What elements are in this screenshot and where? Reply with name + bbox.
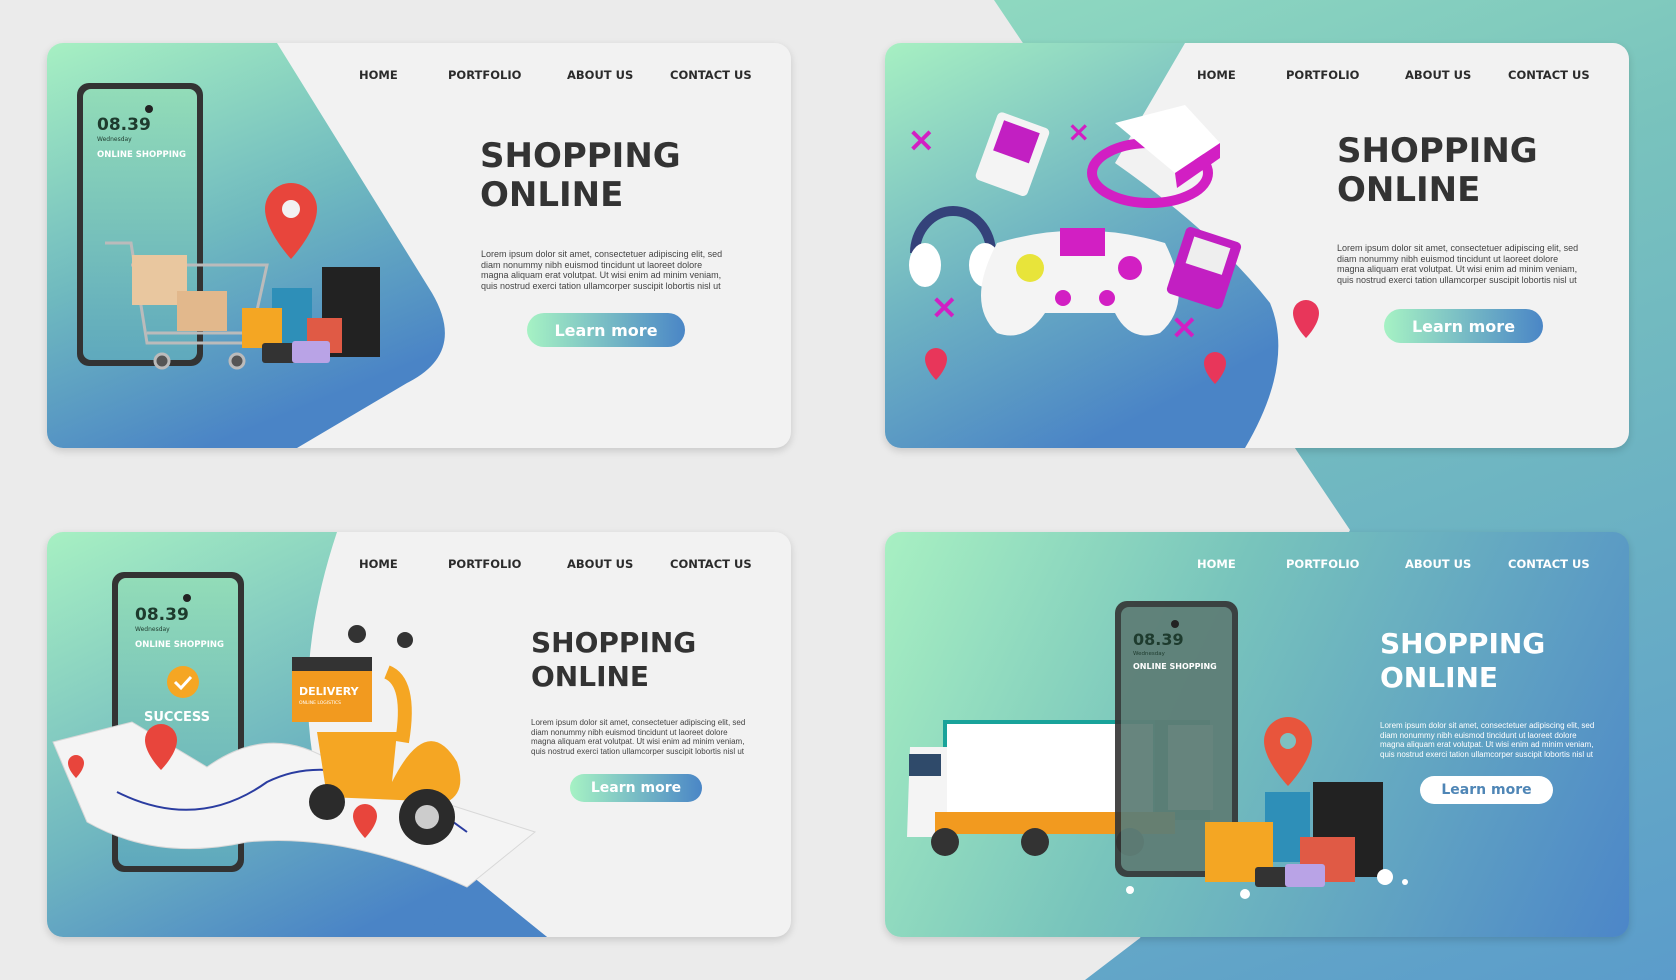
landing-card-cart: 08.39 Wednesday ONLINE SHOPPING HOME POR… [47, 43, 791, 448]
hero-description: Lorem ipsum dolor sit amet, consectetuer… [1380, 721, 1595, 759]
nav-about-us[interactable]: ABOUT US [567, 557, 633, 571]
top-nav: HOME PORTFOLIO ABOUT US CONTACT US [885, 557, 1629, 573]
nav-portfolio[interactable]: PORTFOLIO [448, 68, 521, 82]
nav-contact-us[interactable]: CONTACT US [670, 557, 752, 571]
box-icon [177, 291, 227, 331]
nav-about-us[interactable]: ABOUT US [567, 68, 633, 82]
nav-about-us[interactable]: ABOUT US [1405, 68, 1471, 82]
phone-success: SUCCESS [144, 710, 210, 725]
svg-text:×: × [1067, 115, 1090, 148]
hero-title: SHOPPING ONLINE [1337, 131, 1538, 211]
cart-illustration: 08.39 Wednesday ONLINE SHOPPING [47, 43, 445, 448]
location-pin-icon [1264, 717, 1312, 786]
svg-text:×: × [1170, 307, 1199, 347]
hero-title: SHOPPING ONLINE [1380, 627, 1546, 694]
learn-more-button[interactable]: Learn more [527, 313, 685, 347]
hero-title: SHOPPING ONLINE [531, 626, 697, 693]
credit-card-icon [262, 343, 297, 363]
nav-home[interactable]: HOME [359, 557, 398, 571]
nav-home[interactable]: HOME [359, 68, 398, 82]
check-icon [167, 666, 199, 698]
nav-portfolio[interactable]: PORTFOLIO [1286, 68, 1359, 82]
phone-label: ONLINE SHOPPING [1133, 662, 1217, 671]
phone-time: 08.39 [135, 605, 189, 625]
phone-day: Wednesday [135, 626, 170, 633]
nav-about-us[interactable]: ABOUT US [1405, 557, 1471, 571]
svg-text:×: × [907, 120, 936, 160]
nav-contact-us[interactable]: CONTACT US [670, 68, 752, 82]
phone-label: ONLINE SHOPPING [135, 640, 224, 650]
hero-title: SHOPPING ONLINE [480, 136, 681, 216]
top-nav: HOME PORTFOLIO ABOUT US CONTACT US [47, 68, 791, 84]
nav-contact-us[interactable]: CONTACT US [1508, 68, 1590, 82]
phone-day: Wednesday [97, 136, 132, 143]
top-nav: HOME PORTFOLIO ABOUT US CONTACT US [47, 557, 791, 573]
nav-contact-us[interactable]: CONTACT US [1508, 557, 1590, 571]
nav-portfolio[interactable]: PORTFOLIO [1286, 557, 1359, 571]
landing-card-gaming: × × × × HOME PORTFOLIO ABOUT US CONTACT US … [885, 43, 1629, 448]
landing-card-truck: 08.39 Wednesday ONLINE SHOPPING HOME POR… [885, 532, 1629, 937]
phone-label: ONLINE SHOPPING [97, 150, 186, 160]
nav-home[interactable]: HOME [1197, 557, 1236, 571]
hero-description: Lorem ipsum dolor sit amet, consectetuer… [531, 718, 746, 756]
landing-card-delivery: 08.39 Wednesday ONLINE SHOPPING SUCCESS … [47, 532, 791, 937]
credit-card-icon [292, 341, 330, 363]
gift-icon [242, 308, 282, 348]
delivery-box-title: DELIVERY [299, 685, 360, 698]
credit-card-icon [1285, 864, 1325, 887]
delivery-box-subtitle: ONLINE LOGISTICS [299, 700, 341, 706]
top-nav: HOME PORTFOLIO ABOUT US CONTACT US [885, 68, 1629, 84]
nav-home[interactable]: HOME [1197, 68, 1236, 82]
learn-more-button[interactable]: Learn more [570, 774, 702, 802]
hero-description: Lorem ipsum dolor sit amet, consectetuer… [1337, 243, 1579, 285]
phone-time: 08.39 [1133, 630, 1184, 649]
nav-portfolio[interactable]: PORTFOLIO [448, 557, 521, 571]
learn-more-button[interactable]: Learn more [1384, 309, 1543, 343]
hero-description: Lorem ipsum dolor sit amet, consectetuer… [481, 249, 723, 291]
phone-time: 08.39 [97, 115, 151, 135]
learn-more-button[interactable]: Learn more [1420, 776, 1553, 804]
phone-day: Wednesday [1133, 651, 1166, 657]
svg-text:×: × [930, 287, 959, 327]
